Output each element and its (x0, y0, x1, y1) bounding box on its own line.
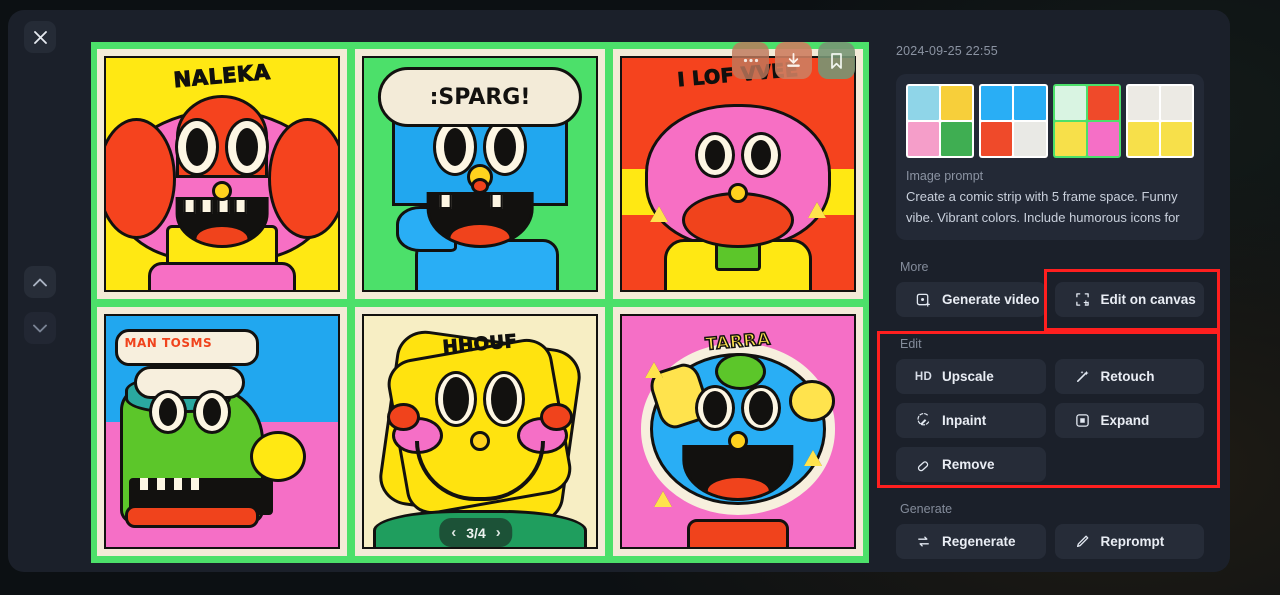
image-viewer: NALEKA:SPARG! I LOF VVEE MAN TOSMS HHOU… (83, 34, 869, 563)
thumbnail-3[interactable] (1052, 84, 1121, 158)
video-frame-icon (915, 292, 932, 307)
more-section-buttons: Generate video Edit on canvas (896, 282, 1204, 317)
comic-panel: TARRA (613, 306, 863, 556)
more-options-button[interactable] (732, 42, 769, 79)
button-label: Expand (1100, 413, 1150, 428)
button-label: Upscale (942, 369, 994, 384)
app-root: NALEKA:SPARG! I LOF VVEE MAN TOSMS HHOU… (0, 0, 1280, 595)
comic-panel: :SPARG! (355, 49, 605, 299)
pagination-prev-button[interactable]: ‹ (451, 524, 456, 541)
image-detail-modal: NALEKA:SPARG! I LOF VVEE MAN TOSMS HHOU… (8, 10, 1230, 572)
generate-video-button[interactable]: Generate video (896, 282, 1046, 317)
pagination-next-button[interactable]: › (496, 524, 501, 541)
button-label: Retouch (1100, 369, 1155, 384)
generate-section-title: Generate (900, 502, 953, 516)
panel-caption: NALEKA (172, 59, 272, 93)
upscale-button[interactable]: HD Upscale (896, 359, 1046, 394)
expand-button[interactable]: Expand (1054, 403, 1204, 438)
button-label: Generate video (942, 292, 1040, 307)
close-icon (33, 30, 47, 44)
button-label: Edit on canvas (1100, 292, 1196, 307)
eye (695, 132, 735, 179)
details-panel: 2024-09-25 22:55 Image prompt Create a c… (870, 10, 1230, 572)
magic-wand-icon (1074, 369, 1091, 384)
button-label: Reprompt (1100, 534, 1165, 549)
pagination-control[interactable]: ‹ 3/4 › (439, 518, 513, 547)
eye (741, 384, 781, 431)
image-action-toolbar (732, 42, 855, 79)
retouch-button[interactable]: Retouch (1054, 359, 1204, 394)
next-image-button[interactable] (24, 312, 56, 344)
eraser-icon (915, 457, 932, 472)
inpaint-brush-icon (915, 413, 932, 428)
prompt-card: Image prompt Create a comic strip with 5… (896, 74, 1204, 240)
speech-bubble: :SPARG! (377, 67, 583, 128)
chevron-down-icon (33, 324, 47, 332)
inpaint-button[interactable]: Inpaint (896, 403, 1046, 438)
button-label: Regenerate (942, 534, 1016, 549)
eye (175, 118, 219, 177)
pencil-icon (1074, 534, 1091, 549)
prompt-label: Image prompt (906, 169, 984, 183)
hd-icon: HD (914, 370, 933, 383)
ellipsis-icon (743, 58, 758, 63)
expand-frame-icon (1074, 413, 1091, 428)
more-section-title: More (900, 260, 929, 274)
reprompt-button[interactable]: Reprompt (1054, 524, 1204, 559)
eye (435, 371, 477, 428)
bookmark-icon (831, 52, 842, 69)
pagination-label: 3/4 (466, 524, 486, 541)
eye (741, 132, 781, 179)
panel-caption: MAN TOSMS (124, 336, 213, 351)
edit-section-buttons: HD Upscale Retouch Inpaint Expand Remove (896, 359, 1204, 482)
edit-section-title: Edit (900, 337, 922, 351)
previous-image-button[interactable] (24, 266, 56, 298)
comic-panel: NALEKA (97, 49, 347, 299)
close-button[interactable] (24, 21, 56, 53)
thumbnail-4[interactable] (1125, 84, 1194, 158)
refresh-icon (915, 534, 932, 549)
eye (225, 118, 269, 177)
thumbnail-strip (906, 84, 1194, 158)
remove-button[interactable]: Remove (896, 447, 1046, 482)
bookmark-button[interactable] (818, 42, 855, 79)
eye (483, 371, 525, 428)
regenerate-button[interactable]: Regenerate (896, 524, 1046, 559)
download-button[interactable] (775, 42, 812, 79)
eye (695, 384, 735, 431)
thumbnail-2[interactable] (979, 84, 1048, 158)
comic-artboard[interactable]: NALEKA:SPARG! I LOF VVEE MAN TOSMS HHOU… (91, 42, 869, 563)
eye (192, 389, 231, 434)
generate-section-buttons: Regenerate Reprompt (896, 524, 1204, 559)
canvas-crop-icon (1074, 292, 1091, 307)
download-icon (787, 52, 800, 67)
chevron-up-icon (33, 278, 47, 286)
comic-panel: MAN TOSMS (97, 306, 347, 556)
eye (148, 389, 187, 434)
comic-panel: I LOF VVEE (613, 49, 863, 299)
button-label: Inpaint (942, 413, 987, 428)
button-label: Remove (942, 457, 995, 472)
edit-on-canvas-button[interactable]: Edit on canvas (1054, 282, 1204, 317)
generation-timestamp: 2024-09-25 22:55 (896, 44, 998, 58)
prompt-text[interactable]: Create a comic strip with 5 frame space.… (906, 186, 1194, 228)
thumbnail-1[interactable] (906, 84, 975, 158)
